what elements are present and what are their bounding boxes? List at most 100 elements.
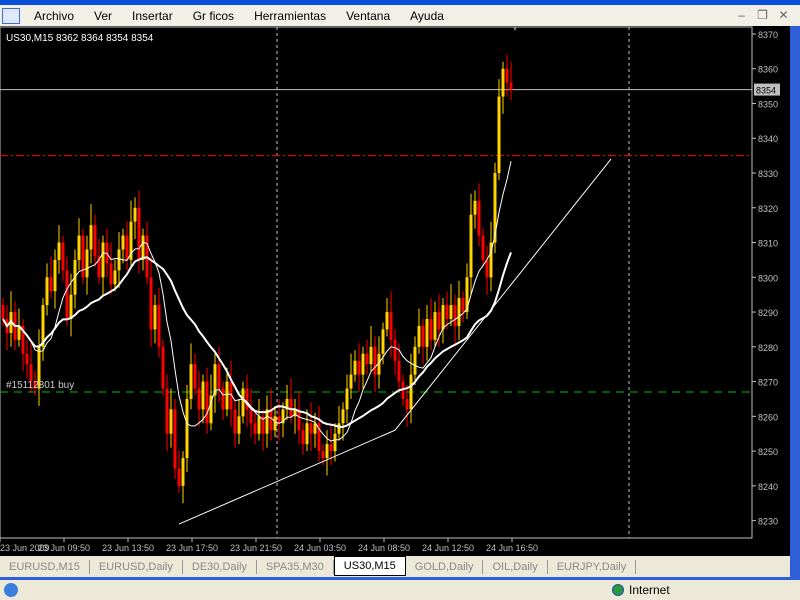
candle-body bbox=[189, 364, 193, 399]
candle-body bbox=[169, 409, 173, 434]
candle-body bbox=[65, 270, 69, 319]
candle-body bbox=[121, 235, 125, 250]
candle-body bbox=[385, 312, 389, 330]
candle-body bbox=[137, 207, 141, 260]
menu-ayuda[interactable]: Ayuda bbox=[400, 9, 454, 23]
menu-archivo[interactable]: Archivo bbox=[24, 9, 84, 23]
candle-body bbox=[309, 423, 313, 434]
x-tick-label: 24 Jun 12:50 bbox=[422, 543, 474, 553]
candle-body bbox=[149, 277, 153, 330]
y-tick-label: 8270 bbox=[758, 378, 778, 388]
menu-ventana[interactable]: Ventana bbox=[336, 9, 400, 23]
candle-body bbox=[365, 353, 369, 365]
window-border bbox=[790, 26, 800, 577]
y-tick-label: 8360 bbox=[758, 65, 778, 75]
candle-body bbox=[81, 235, 85, 278]
candle-body bbox=[225, 381, 229, 410]
candle-body bbox=[185, 398, 189, 459]
tab-eurjpy-daily[interactable]: EURJPY,Daily bbox=[548, 559, 637, 574]
candle-body bbox=[77, 235, 81, 260]
candle-body bbox=[217, 364, 221, 389]
candle-body bbox=[485, 259, 489, 278]
tab-de30-daily[interactable]: DE30,Daily bbox=[183, 559, 257, 574]
menu-insertar[interactable]: Insertar bbox=[122, 9, 183, 23]
y-tick-label: 8250 bbox=[758, 447, 778, 457]
plot-frame bbox=[0, 26, 753, 539]
candle-body bbox=[417, 325, 421, 347]
candle-body bbox=[273, 416, 277, 431]
globe-icon bbox=[612, 584, 624, 596]
y-tick-label: 8340 bbox=[758, 134, 778, 144]
x-tick-label: 23 Jun 13:50 bbox=[102, 543, 154, 553]
menu-ver[interactable]: Ver bbox=[84, 9, 122, 23]
y-tick-label: 8230 bbox=[758, 517, 778, 527]
app-icon[interactable] bbox=[2, 7, 20, 24]
candle-body bbox=[201, 381, 205, 410]
y-tick-label: 8260 bbox=[758, 412, 778, 422]
candle-body bbox=[509, 82, 513, 90]
y-tick-label: 8280 bbox=[758, 343, 778, 353]
chart-canvas[interactable]: 8230 8240 8250 8260 8270 8280 8290 8300 8310 8320… bbox=[0, 26, 800, 556]
candle-body bbox=[505, 68, 509, 83]
candle-body bbox=[165, 388, 169, 434]
candle-body bbox=[93, 225, 97, 257]
candle-body bbox=[473, 200, 477, 215]
candle-body bbox=[449, 305, 453, 319]
y-tick-label: 8300 bbox=[758, 273, 778, 283]
candle-body bbox=[157, 305, 161, 347]
candle-body bbox=[453, 305, 457, 326]
menu-graficos[interactable]: Gr ficos bbox=[183, 9, 244, 23]
tab-eurusd-daily[interactable]: EURUSD,Daily bbox=[90, 559, 183, 574]
shift-marker-icon bbox=[513, 27, 517, 31]
candle-body bbox=[329, 444, 333, 452]
candle-body bbox=[413, 346, 417, 375]
candle-body bbox=[269, 409, 273, 431]
menu-herramientas[interactable]: Herramientas bbox=[244, 9, 336, 23]
restore-button[interactable]: ❐ bbox=[754, 7, 771, 23]
y-tick-label: 8290 bbox=[758, 308, 778, 318]
candle-body bbox=[113, 270, 117, 285]
candle-body bbox=[497, 96, 501, 173]
security-zone: Internet bbox=[629, 583, 670, 597]
close-button[interactable]: ✕ bbox=[775, 7, 792, 23]
status-bar: Internet bbox=[0, 577, 800, 600]
candle-body bbox=[493, 173, 497, 243]
tab-us30-m15[interactable]: US30,M15 bbox=[333, 555, 406, 576]
candle-body bbox=[477, 200, 481, 236]
x-tick-label: 24 Jun 16:50 bbox=[486, 543, 538, 553]
minimize-button[interactable]: – bbox=[733, 7, 750, 23]
tab-spa35-m30[interactable]: SPA35,M30 bbox=[257, 559, 334, 574]
candle-body bbox=[433, 312, 437, 340]
candle-body bbox=[369, 346, 373, 365]
y-tick-label: 8310 bbox=[758, 239, 778, 249]
candle-body bbox=[437, 312, 441, 330]
candle-body bbox=[289, 398, 293, 417]
candle-body bbox=[253, 423, 257, 434]
candle-body bbox=[357, 360, 361, 375]
candle-body bbox=[421, 325, 425, 347]
candle-body bbox=[461, 298, 465, 313]
candle-body bbox=[381, 329, 385, 354]
y-tick-label: 8370 bbox=[758, 30, 778, 40]
candle-body bbox=[57, 242, 61, 260]
candle-body bbox=[469, 214, 473, 278]
candle-body bbox=[177, 468, 181, 486]
y-tick-label: 8330 bbox=[758, 169, 778, 179]
candle-body bbox=[117, 249, 121, 271]
candle-body bbox=[277, 416, 281, 424]
candle-body bbox=[405, 398, 409, 410]
candle-body bbox=[125, 235, 129, 260]
candle-body bbox=[153, 305, 157, 330]
candle-body bbox=[393, 339, 397, 361]
candle-body bbox=[457, 298, 461, 326]
candle-body bbox=[501, 68, 505, 97]
tab-eurusd-m15[interactable]: EURUSD,M15 bbox=[0, 559, 90, 574]
ie-icon bbox=[4, 583, 18, 597]
tab-oil-daily[interactable]: OIL,Daily bbox=[483, 559, 548, 574]
candle-body bbox=[429, 319, 433, 340]
tab-gold-daily[interactable]: GOLD,Daily bbox=[406, 559, 484, 574]
price-chart[interactable]: 8230 8240 8250 8260 8270 8280 8290 8300 8310 8320… bbox=[0, 26, 800, 556]
candle-body bbox=[53, 259, 57, 292]
candle-body bbox=[45, 277, 49, 306]
candle-body bbox=[325, 444, 329, 459]
